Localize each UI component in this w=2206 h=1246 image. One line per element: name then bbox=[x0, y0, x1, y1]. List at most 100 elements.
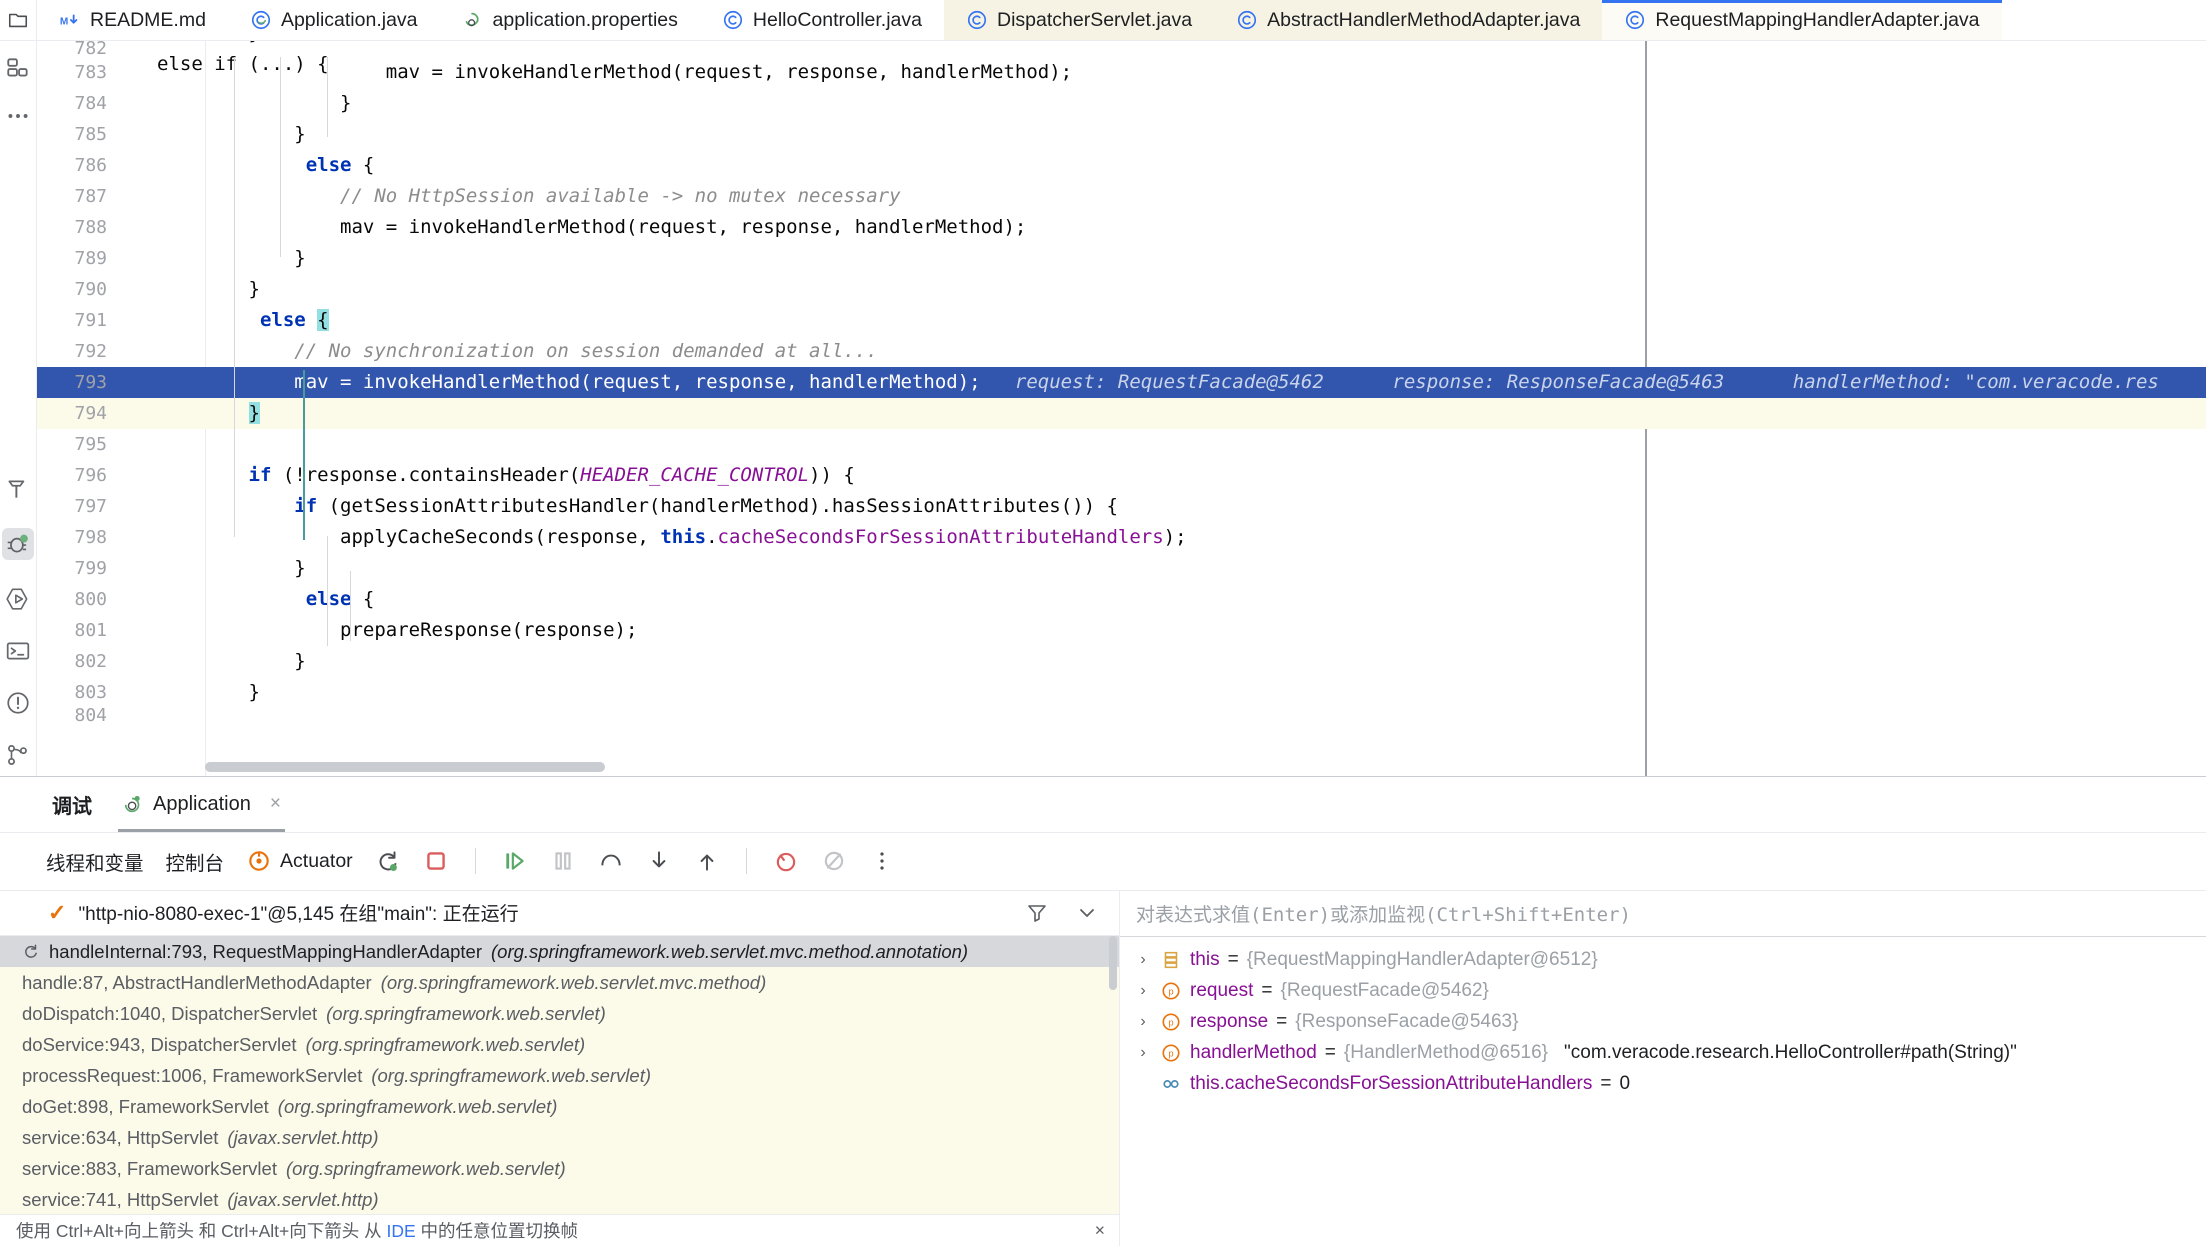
spring-class-icon bbox=[251, 10, 271, 30]
tab-threads-and-variables[interactable]: 线程和变量 bbox=[46, 847, 144, 876]
expand-chevron-icon[interactable]: › bbox=[1134, 1044, 1152, 1062]
code-line[interactable]: 789 } bbox=[37, 243, 2206, 274]
parameter-icon: p bbox=[1162, 1044, 1180, 1062]
code-line[interactable]: 799 } bbox=[37, 553, 2206, 584]
code-line[interactable]: 783 mav = invokeHandlerMethod(request, r… bbox=[37, 57, 2206, 88]
code-line[interactable]: 790 } bbox=[37, 274, 2206, 305]
stack-frame-row[interactable]: service:634, HttpServlet (javax.servlet.… bbox=[0, 1122, 1119, 1153]
stack-frame-row[interactable]: doService:943, DispatcherServlet (org.sp… bbox=[0, 1029, 1119, 1060]
stack-frame-row[interactable]: doGet:898, FrameworkServlet (org.springf… bbox=[0, 1091, 1119, 1122]
stack-frame-method: processRequest:1006, FrameworkServlet bbox=[22, 1064, 363, 1086]
code-line[interactable]: 786 else { bbox=[37, 150, 2206, 181]
code-line[interactable]: 797 if (getSessionAttributesHandler(hand… bbox=[37, 491, 2206, 522]
editor-tab-dispatcherservlet-java[interactable]: DispatcherServlet.java bbox=[944, 0, 1215, 40]
editor-tab-label: DispatcherServlet.java bbox=[997, 8, 1193, 31]
stack-frame-package: (org.springframework.web.servlet) bbox=[277, 1095, 558, 1117]
code-line[interactable]: 801 prepareResponse(response); bbox=[37, 615, 2206, 646]
editor-tab-abstracthandlermethodadapter-java[interactable]: AbstractHandlerMethodAdapter.java bbox=[1214, 0, 1603, 40]
terminal-icon[interactable] bbox=[5, 638, 31, 664]
stack-frame-row[interactable]: handleInternal:793, RequestMappingHandle… bbox=[0, 936, 1119, 968]
build-hammer-icon[interactable] bbox=[5, 476, 31, 502]
code-line[interactable]: 785 } bbox=[37, 119, 2206, 150]
stack-frame-row[interactable]: service:883, FrameworkServlet (org.sprin… bbox=[0, 1153, 1119, 1184]
pause-program-icon[interactable] bbox=[550, 848, 576, 874]
variable-value: {RequestMappingHandlerAdapter@6512} bbox=[1246, 949, 1598, 971]
thread-selector[interactable]: ✓ "http-nio-8080-exec-1"@5,145 在组"main":… bbox=[0, 891, 1119, 937]
chevron-down-icon[interactable] bbox=[1075, 901, 1099, 925]
expand-chevron-icon[interactable]: › bbox=[1134, 982, 1152, 1000]
debug-run-tab-close[interactable]: × bbox=[270, 793, 281, 815]
debug-body: ✓ "http-nio-8080-exec-1"@5,145 在组"main":… bbox=[0, 890, 2206, 1246]
mute-breakpoints-icon[interactable] bbox=[821, 848, 847, 874]
code-line[interactable]: 784 } bbox=[37, 88, 2206, 119]
variable-value: {HandlerMethod@6516} bbox=[1343, 1042, 1549, 1064]
variable-row[interactable]: this.cacheSecondsForSessionAttributeHand… bbox=[1120, 1069, 2206, 1100]
expand-chevron-icon[interactable]: › bbox=[1134, 951, 1152, 969]
code-line[interactable]: 804 bbox=[37, 707, 2206, 725]
code-line[interactable]: 802 } bbox=[37, 646, 2206, 677]
code-line[interactable]: 793 mav = invokeHandlerMethod(request, r… bbox=[37, 367, 2206, 398]
editor-horizontal-scrollbar[interactable] bbox=[205, 762, 605, 772]
structure-icon[interactable] bbox=[5, 55, 31, 81]
editor-tab-application-java[interactable]: Application.java bbox=[227, 0, 440, 40]
variable-row[interactable]: › p request = {RequestFacade@5462} bbox=[1120, 976, 2206, 1007]
code-text: if (!response.containsHeader(HEADER_CACH… bbox=[248, 464, 855, 486]
step-into-icon[interactable] bbox=[646, 848, 672, 874]
code-line[interactable]: 798 applyCacheSeconds(response, this.cac… bbox=[37, 522, 2206, 553]
editor-tab-application-properties[interactable]: application.properties bbox=[439, 0, 700, 40]
stack-frame-row[interactable]: doDispatch:1040, DispatcherServlet (org.… bbox=[0, 998, 1119, 1029]
filter-icon[interactable] bbox=[1025, 901, 1049, 925]
variable-row[interactable]: › this = {RequestMappingHandlerAdapter@65… bbox=[1120, 945, 2206, 976]
stack-frame-row[interactable]: processRequest:1006, FrameworkServlet (o… bbox=[0, 1060, 1119, 1091]
stack-frames-list[interactable]: handleInternal:793, RequestMappingHandle… bbox=[0, 936, 1119, 1215]
parameter-icon: p bbox=[1162, 1013, 1180, 1031]
expand-chevron-icon[interactable]: › bbox=[1134, 1013, 1152, 1031]
code-line[interactable]: 792 // No synchronization on session dem… bbox=[37, 336, 2206, 367]
editor-tab-label: AbstractHandlerMethodAdapter.java bbox=[1267, 8, 1581, 31]
frame-switch-hint-close[interactable]: × bbox=[1095, 1220, 1105, 1241]
variable-equals: = bbox=[1276, 1011, 1288, 1033]
code-line[interactable]: 788 mav = invokeHandlerMethod(request, r… bbox=[37, 212, 2206, 243]
variable-row[interactable]: › p handlerMethod = {HandlerMethod@6516} "c… bbox=[1120, 1038, 2206, 1069]
more-options-icon[interactable] bbox=[869, 848, 895, 874]
code-line[interactable]: 782 } else if (...) { bbox=[37, 41, 2206, 75]
resume-program-icon[interactable] bbox=[502, 848, 528, 874]
stop-icon[interactable] bbox=[423, 848, 449, 874]
variable-row[interactable]: › p response = {ResponseFacade@5463} bbox=[1120, 1007, 2206, 1038]
tab-actuator[interactable]: Actuator bbox=[246, 848, 353, 874]
git-branch-icon[interactable] bbox=[5, 742, 31, 768]
debug-tool-window: 调试 Application × 线程和变量 控制台 Actuator ✓ "h… bbox=[0, 776, 2206, 1246]
view-breakpoints-icon[interactable] bbox=[773, 848, 799, 874]
code-line[interactable]: 796 if (!response.containsHeader(HEADER_… bbox=[37, 460, 2206, 491]
step-out-icon[interactable] bbox=[694, 848, 720, 874]
frames-scrollbar[interactable] bbox=[1109, 936, 1117, 991]
line-number: 787 bbox=[74, 186, 107, 207]
frames-pane: ✓ "http-nio-8080-exec-1"@5,145 在组"main":… bbox=[0, 890, 1120, 1246]
sidebar-item-debug[interactable] bbox=[2, 528, 34, 560]
more-tools-icon[interactable] bbox=[5, 103, 31, 129]
code-line[interactable]: 794 } bbox=[37, 398, 2206, 429]
current-frame-icon bbox=[25, 944, 37, 958]
problems-icon[interactable] bbox=[5, 690, 31, 716]
indent-guide bbox=[350, 571, 351, 641]
stack-frame-row[interactable]: service:741, HttpServlet (javax.servlet.… bbox=[0, 1184, 1119, 1214]
line-number: 797 bbox=[74, 496, 107, 517]
code-line[interactable]: 795 bbox=[37, 429, 2206, 460]
stack-frame-row[interactable]: handle:87, AbstractHandlerMethodAdapter … bbox=[0, 967, 1119, 998]
editor-tab-readme-md[interactable]: M README.md bbox=[37, 0, 228, 40]
variables-list[interactable]: › this = {RequestMappingHandlerAdapter@65… bbox=[1120, 937, 2206, 1246]
evaluate-expression-input[interactable]: 对表达式求值(Enter)或添加监视(Ctrl+Shift+Enter) bbox=[1120, 891, 2206, 937]
debug-run-tab[interactable]: Application × bbox=[118, 777, 285, 832]
code-line[interactable]: 803 } bbox=[37, 677, 2206, 708]
code-editor[interactable]: 782 } else if (...) {783 mav = invokeHan… bbox=[37, 41, 2206, 776]
variable-name: request bbox=[1190, 980, 1254, 1002]
run-icon[interactable] bbox=[5, 586, 31, 612]
step-over-icon[interactable] bbox=[598, 848, 624, 874]
code-line[interactable]: 800 else { bbox=[37, 584, 2206, 615]
code-line[interactable]: 787 // No HttpSession available -> no mu… bbox=[37, 181, 2206, 212]
tab-console[interactable]: 控制台 bbox=[166, 847, 225, 876]
editor-tab-requestmappinghandleradapter-java[interactable]: RequestMappingHandlerAdapter.java bbox=[1602, 0, 2002, 40]
editor-tab-hellocontroller-java[interactable]: HelloController.java bbox=[699, 0, 944, 40]
code-line[interactable]: 791 else { bbox=[37, 305, 2206, 336]
rerun-debug-icon[interactable] bbox=[375, 848, 401, 874]
